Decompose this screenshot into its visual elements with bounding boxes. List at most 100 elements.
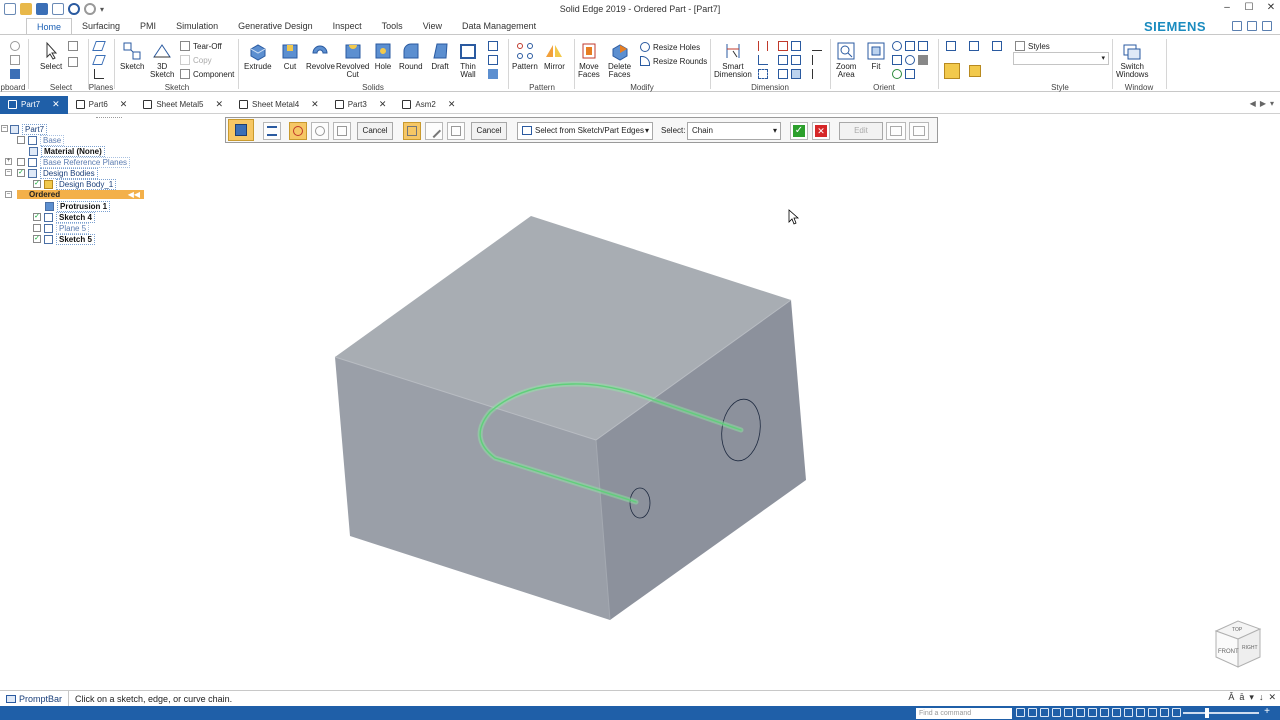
checkbox[interactable] xyxy=(17,136,25,144)
cut-clipboard-button[interactable] xyxy=(10,41,20,51)
close-tab-icon[interactable]: ✕ xyxy=(120,99,128,110)
thin-wall-button[interactable]: Thin Wall xyxy=(458,41,478,79)
smart-dimension-button[interactable]: Smart Dimension xyxy=(714,41,752,79)
mirror-button[interactable]: Mirror xyxy=(544,41,565,71)
hole-button[interactable]: Hole xyxy=(373,41,393,71)
cancel-button[interactable]: Cancel xyxy=(357,122,393,140)
switch-windows-button[interactable]: Switch Windows xyxy=(1116,41,1148,79)
sweep-options-button[interactable] xyxy=(228,119,254,141)
checkbox[interactable]: ✓ xyxy=(33,180,41,188)
delete-faces-button[interactable]: Delete Faces xyxy=(608,41,631,79)
model-view[interactable] xyxy=(150,143,1280,688)
select-filter-button[interactable] xyxy=(68,41,78,51)
zoom-area-icon[interactable] xyxy=(1028,708,1037,717)
close-tab-icon[interactable]: ✕ xyxy=(52,99,60,110)
plane-button[interactable] xyxy=(447,122,465,140)
tree-node-material[interactable]: Material (None) xyxy=(29,145,105,157)
tab-surfacing[interactable]: Surfacing xyxy=(72,18,130,34)
zoom-area-button[interactable]: Zoom Area xyxy=(836,41,856,79)
minimize-button[interactable]: – xyxy=(1220,2,1234,14)
shaded-view-button[interactable] xyxy=(944,63,981,79)
tree-node-base[interactable]: Base xyxy=(17,134,65,146)
redo-icon[interactable] xyxy=(84,3,96,15)
fit-button[interactable]: Fit xyxy=(866,41,886,71)
pattern-button[interactable]: Pattern xyxy=(512,41,538,71)
print-icon[interactable] xyxy=(52,3,64,15)
revolved-cut-button[interactable]: Revolved Cut xyxy=(336,41,369,79)
expand-icon[interactable]: + xyxy=(5,158,12,165)
more-planes-button[interactable] xyxy=(92,55,106,65)
checkbox[interactable] xyxy=(33,224,41,232)
annotation-3-button[interactable] xyxy=(812,69,822,79)
rotate-icon[interactable] xyxy=(1076,708,1085,717)
coordinate-system-button[interactable] xyxy=(94,69,104,79)
resize-holes-button[interactable]: Resize Holes xyxy=(640,42,700,52)
graphics-window[interactable]: FRONT RIGHT TOP xyxy=(150,143,1280,688)
shaded-icon[interactable] xyxy=(1148,708,1157,717)
qat-dropdown-icon[interactable]: ▾ xyxy=(100,5,104,14)
close-tab-icon[interactable]: ✕ xyxy=(448,99,456,110)
tab-view[interactable]: View xyxy=(413,18,452,34)
sketch-button[interactable]: Sketch xyxy=(120,41,144,71)
move-faces-button[interactable]: Move Faces xyxy=(578,41,600,79)
doc-tab-sheet-metal4[interactable]: Sheet Metal4 ✕ xyxy=(231,96,327,114)
options-icon[interactable] xyxy=(1247,21,1257,31)
tab-tools[interactable]: Tools xyxy=(372,18,413,34)
chevron-left-icon[interactable]: ◀ xyxy=(1250,99,1256,108)
cancel-step-button[interactable]: Cancel xyxy=(471,122,507,140)
minus-zoom-icon[interactable] xyxy=(1172,708,1181,717)
checkbox[interactable]: ✓ xyxy=(33,213,41,221)
select-button[interactable]: Select xyxy=(40,41,62,71)
tree-node-part7[interactable]: Part7 xyxy=(10,123,48,135)
step-list-button[interactable] xyxy=(263,122,281,140)
solids-more-2[interactable] xyxy=(488,55,498,65)
collapse-icon[interactable]: – xyxy=(5,191,12,198)
tree-node-protrusion-1[interactable]: Protrusion 1 xyxy=(45,200,111,212)
increase-font-icon[interactable]: Â xyxy=(1228,692,1234,703)
tree-node-sketch-4[interactable]: ✓ Sketch 4 xyxy=(33,211,95,223)
close-tab-icon[interactable]: ✕ xyxy=(379,99,387,110)
cross-section-step-button[interactable] xyxy=(311,122,329,140)
pane-resize-grip[interactable] xyxy=(96,117,122,119)
close-button[interactable]: ✕ xyxy=(1264,2,1278,14)
checkbox[interactable] xyxy=(17,158,25,166)
style-dropdown[interactable]: ▾ xyxy=(1013,52,1109,65)
close-icon[interactable]: ✕ xyxy=(1268,692,1276,703)
annotation-2-button[interactable] xyxy=(812,55,822,65)
rollback-arrow-icon[interactable]: ◀◀ xyxy=(128,190,140,199)
rotate-button[interactable] xyxy=(892,69,915,79)
relate-3-button[interactable] xyxy=(778,69,801,79)
save-icon[interactable] xyxy=(36,3,48,15)
pan-icon[interactable] xyxy=(1064,708,1073,717)
pan-button[interactable] xyxy=(892,55,928,65)
doc-tab-asm2[interactable]: Asm2 ✕ xyxy=(394,96,463,114)
preview-button[interactable] xyxy=(909,122,929,140)
maximize-button[interactable]: ☐ xyxy=(1242,2,1256,14)
decrease-font-icon[interactable]: ā xyxy=(1239,692,1244,703)
view-orientation-icon[interactable] xyxy=(1112,708,1121,717)
distance-between-button[interactable] xyxy=(758,41,768,51)
doc-tab-sheet-metal5[interactable]: Sheet Metal5 ✕ xyxy=(135,96,231,114)
chevron-down-icon[interactable]: ▾ xyxy=(1270,99,1274,108)
coincident-plane-button[interactable] xyxy=(92,41,106,51)
open-icon[interactable] xyxy=(20,3,32,15)
revolve-button[interactable]: Revolve xyxy=(306,41,335,71)
promptbar-label[interactable]: PromptBar xyxy=(0,690,70,707)
doc-tab-part3[interactable]: Part3 ✕ xyxy=(327,96,395,114)
find-command-input[interactable]: Find a command xyxy=(916,708,1012,719)
select-edges-button[interactable] xyxy=(403,122,421,140)
tab-generative-design[interactable]: Generative Design xyxy=(228,18,323,34)
copy-clipboard-button[interactable] xyxy=(10,55,20,65)
tree-node-ordered[interactable]: Ordered ◀◀ xyxy=(17,190,144,199)
relate-2-button[interactable] xyxy=(778,55,801,65)
checkbox[interactable]: ✓ xyxy=(33,235,41,243)
select-from-dropdown[interactable]: Select from Sketch/Part Edges ▾ xyxy=(517,122,653,140)
sketch-3d-button[interactable]: 3D Sketch xyxy=(150,41,174,79)
view-icon[interactable] xyxy=(1100,708,1109,717)
extent-step-button[interactable] xyxy=(333,122,351,140)
tree-node-sketch-5[interactable]: ✓ Sketch 5 xyxy=(33,233,95,245)
tree-node-design-body-1[interactable]: ✓ Design Body_1 xyxy=(33,178,117,190)
tab-simulation[interactable]: Simulation xyxy=(166,18,228,34)
plus-zoom-icon[interactable]: + xyxy=(1262,707,1272,717)
tab-data-management[interactable]: Data Management xyxy=(452,18,546,34)
